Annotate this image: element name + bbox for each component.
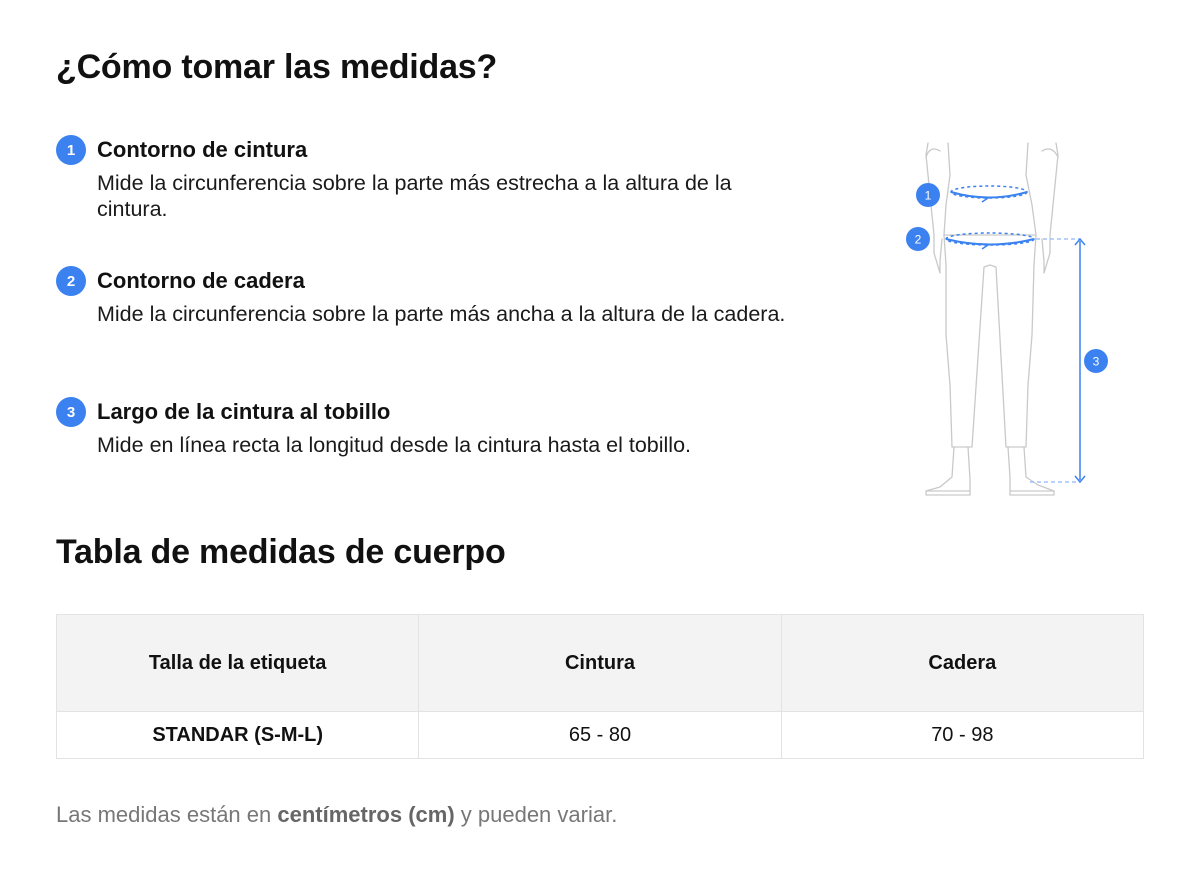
step-title: Contorno de cintura: [97, 137, 308, 162]
note-units: centímetros (cm): [277, 802, 455, 827]
step-description: Mide la circunferencia sobre la parte má…: [97, 302, 786, 326]
step-description: Mide la circunferencia sobre la parte má…: [97, 171, 732, 221]
hip-cell: 70 - 98: [780, 711, 1145, 759]
size-cell: STANDAR (S-M-L): [55, 711, 420, 759]
body-measurement-diagram-icon: 1 2 3: [906, 142, 1108, 496]
step-title: Contorno de cadera: [97, 268, 305, 293]
table-header-row: Talla de la etiqueta Cintura Cadera: [55, 614, 1145, 712]
note-prefix: Las medidas están en: [56, 802, 278, 827]
table-row: STANDAR (S-M-L) 65 - 80 70 - 98: [55, 711, 1145, 759]
step-number-badge: 3: [56, 397, 86, 427]
size-table: Talla de la etiqueta Cintura Cadera STAN…: [55, 614, 1145, 759]
marker-2: 2: [915, 233, 922, 247]
page-title: ¿Cómo tomar las medidas?: [56, 48, 498, 86]
step-number-badge: 1: [56, 135, 86, 165]
column-header-hip: Cadera: [780, 614, 1145, 712]
marker-3: 3: [1093, 355, 1100, 369]
units-note: Las medidas están en centímetros (cm) y …: [56, 802, 617, 828]
column-header-waist: Cintura: [418, 614, 782, 712]
step-title: Largo de la cintura al tobillo: [97, 399, 391, 424]
note-suffix: y pueden variar.: [454, 802, 618, 827]
step-number-badge: 2: [56, 266, 86, 296]
table-title: Tabla de medidas de cuerpo: [56, 533, 506, 571]
column-header-size: Talla de la etiqueta: [55, 614, 420, 712]
waist-cell: 65 - 80: [418, 711, 782, 759]
step-description: Mide en línea recta la longitud desde la…: [97, 433, 692, 457]
marker-1: 1: [925, 189, 932, 203]
